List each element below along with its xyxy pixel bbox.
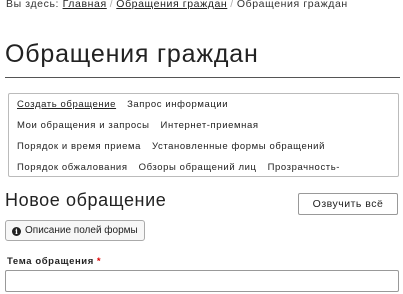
breadcrumb-separator: / xyxy=(109,0,114,10)
speak-all-button[interactable]: Озвучить всё xyxy=(298,193,398,215)
nav-row: Порядок обжалования Обзоры обращений лиц П… xyxy=(17,162,351,176)
topic-input[interactable] xyxy=(5,270,399,292)
breadcrumb-prefix: Вы здесь: xyxy=(6,0,60,10)
nav-row: Создать обращение Запрос информации xyxy=(17,99,239,113)
page-title: Обращения граждан xyxy=(5,40,259,68)
nav-item-info-request[interactable]: Запрос информации xyxy=(127,99,228,110)
topic-label-text: Тема обращения xyxy=(7,256,94,267)
section-nav-box: Создать обращение Запрос информации Мои о… xyxy=(8,93,399,177)
nav-row: Мои обращения и запросы Интернет-приемная xyxy=(17,120,270,134)
title-divider xyxy=(5,77,400,78)
info-icon: i xyxy=(12,227,21,236)
breadcrumb-separator: / xyxy=(230,0,234,10)
topic-label: Тема обращения * xyxy=(7,256,101,267)
field-description-button[interactable]: i Описание полей формы xyxy=(5,220,145,241)
breadcrumb: Вы здесь: Главная / Обращения граждан / Обра… xyxy=(6,0,348,12)
nav-item-appeal-procedure[interactable]: Порядок обжалования xyxy=(17,162,128,173)
nav-item-appeal-forms[interactable]: Установленные формы обращений xyxy=(152,141,325,152)
nav-item-create-appeal[interactable]: Создать обращение xyxy=(17,99,116,110)
breadcrumb-current: Обращения граждан xyxy=(236,0,348,10)
nav-item-my-appeals[interactable]: Мои обращения и запросы xyxy=(17,120,150,131)
field-description-label: Описание полей формы xyxy=(25,225,138,236)
section-title: Новое обращение xyxy=(5,190,167,210)
breadcrumb-home-link[interactable]: Главная xyxy=(63,0,107,10)
nav-item-transparency[interactable]: Прозрачность- xyxy=(268,162,341,173)
nav-item-internet-reception[interactable]: Интернет-приемная xyxy=(161,120,259,131)
nav-item-appeal-reviews[interactable]: Обзоры обращений лиц xyxy=(139,162,257,173)
nav-item-reception-schedule[interactable]: Порядок и время приема xyxy=(17,141,141,152)
page: Вы здесь: Главная / Обращения граждан / Обра… xyxy=(0,0,403,294)
breadcrumb-parent-link[interactable]: Обращения граждан xyxy=(116,0,227,10)
required-mark: * xyxy=(96,256,102,267)
nav-row: Порядок и время приема Установленные форм… xyxy=(17,141,336,155)
